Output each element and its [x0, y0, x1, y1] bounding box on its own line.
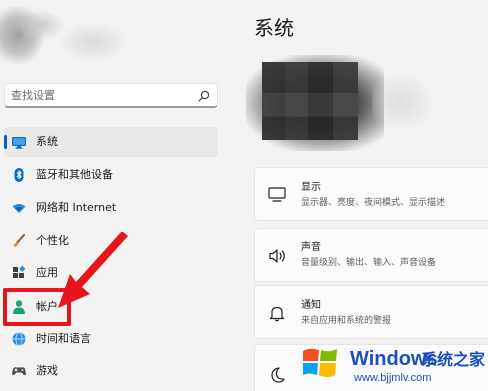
- card-title: 通知: [301, 300, 321, 311]
- sidebar-item-label: 蓝牙和其他设备: [36, 168, 113, 181]
- wifi-icon: [12, 204, 26, 213]
- sidebar-item-network[interactable]: 网络和 Internet: [4, 193, 218, 223]
- settings-card-sound[interactable]: 声音 音量级别、输出、输入、声音设备: [254, 228, 488, 282]
- sidebar-item-label: 应用: [36, 266, 58, 279]
- sidebar-item-label: 时间和语言: [36, 332, 91, 345]
- card-subtitle: 显示器、亮度、夜间模式、显示描述: [301, 198, 446, 208]
- moon-icon: [271, 367, 285, 383]
- page-title: 系统: [254, 16, 294, 40]
- speaker-icon: [269, 249, 285, 263]
- search-input[interactable]: [11, 86, 191, 105]
- device-name-blurred: [372, 72, 436, 132]
- red-arrow-annotation: [58, 232, 128, 308]
- sidebar-item-time-language[interactable]: 时间和语言: [4, 324, 218, 354]
- active-indicator: [4, 135, 7, 149]
- monitor-icon: [12, 137, 26, 149]
- sidebar-item-bluetooth[interactable]: 蓝牙和其他设备: [4, 160, 218, 190]
- watermark-url: www.bjjmlv.com: [354, 372, 432, 384]
- settings-card-notifications[interactable]: 通知 来自应用和系统的警报: [254, 285, 488, 339]
- sidebar-item-label: 系统: [36, 135, 58, 148]
- card-subtitle: 来自应用和系统的警报: [301, 316, 392, 326]
- gamepad-icon: [12, 367, 26, 376]
- sidebar-item-label: 网络和 Internet: [36, 201, 117, 214]
- search-box[interactable]: [4, 83, 218, 108]
- globe-clock-icon: [12, 332, 26, 346]
- apps-icon: [13, 265, 26, 278]
- card-title: 显示: [301, 182, 321, 193]
- bell-icon: [269, 306, 285, 322]
- card-subtitle: 音量级别、输出、输入、声音设备: [301, 258, 437, 268]
- bluetooth-icon: [14, 168, 24, 182]
- settings-card-display[interactable]: 显示 显示器、亮度、夜间模式、显示描述: [254, 167, 488, 221]
- windows-logo-watermark: [303, 348, 337, 377]
- sidebar-item-system[interactable]: 系统: [4, 127, 218, 157]
- device-image-shade: [262, 62, 358, 140]
- display-icon: [268, 187, 286, 202]
- card-title: 声音: [301, 242, 321, 253]
- sidebar-item-label: 游戏: [36, 364, 58, 377]
- watermark-suffix: 系统之家: [421, 350, 486, 369]
- sidebar-item-gaming[interactable]: 游戏: [4, 356, 218, 386]
- search-icon[interactable]: [197, 89, 211, 103]
- user-name-blurred: [58, 22, 128, 62]
- brush-icon: [13, 233, 26, 247]
